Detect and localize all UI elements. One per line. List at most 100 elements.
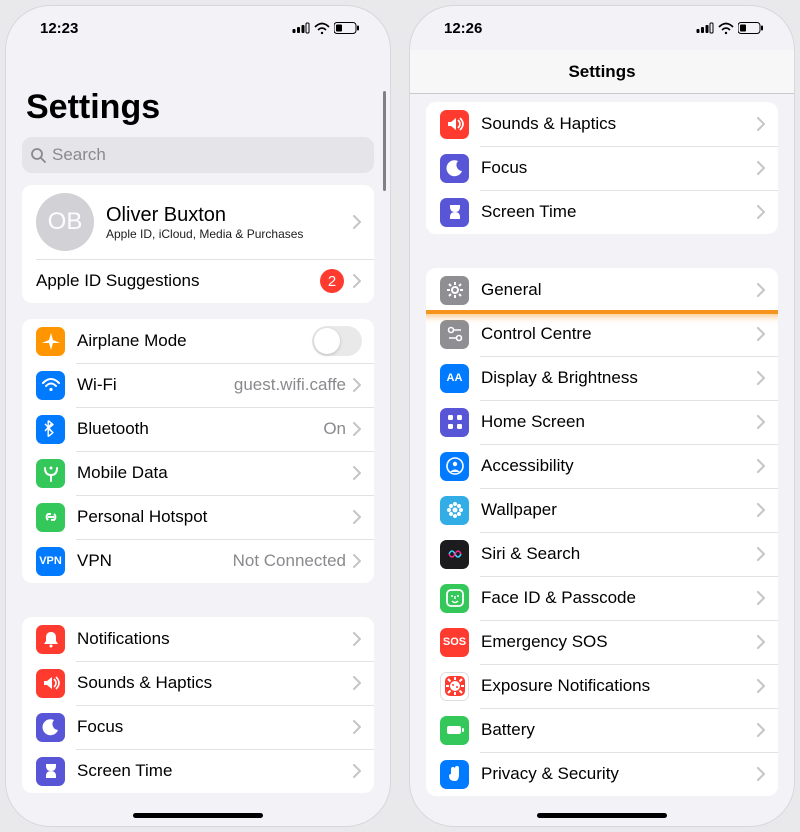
chevron-icon: [756, 161, 766, 175]
search-input[interactable]: Search: [22, 137, 374, 173]
row-label: Privacy & Security: [481, 764, 756, 784]
chevron-icon: [756, 459, 766, 473]
row-general[interactable]: General: [426, 268, 778, 312]
row-homescreen[interactable]: Home Screen: [426, 400, 778, 444]
row-wifi[interactable]: Wi-Figuest.wifi.caffe: [22, 363, 374, 407]
toggle[interactable]: [312, 326, 362, 356]
row-privacy[interactable]: Privacy & Security: [426, 752, 778, 796]
account-row[interactable]: OB Oliver Buxton Apple ID, iCloud, Media…: [22, 185, 374, 259]
row-label: Screen Time: [77, 761, 352, 781]
status-bar: 12:23: [6, 6, 390, 50]
row-label: Siri & Search: [481, 544, 756, 564]
row-label: VPN: [77, 551, 233, 571]
search-placeholder: Search: [52, 145, 106, 165]
row-label: Control Centre: [481, 324, 756, 344]
home-indicator[interactable]: [133, 813, 263, 818]
row-label: Wi-Fi: [77, 375, 234, 395]
account-subtitle: Apple ID, iCloud, Media & Purchases: [106, 227, 352, 241]
general-group: General Control Centre AADisplay & Brightn…: [426, 268, 778, 796]
airplane-icon: [36, 327, 65, 356]
row-vpn[interactable]: VPNVPNNot Connected: [22, 539, 374, 583]
chevron-icon: [756, 503, 766, 517]
chevron-icon: [756, 723, 766, 737]
homescreen-icon: [440, 408, 469, 437]
row-accessibility[interactable]: Accessibility: [426, 444, 778, 488]
row-controlcentre[interactable]: Control Centre: [426, 312, 778, 356]
page-title: Settings: [6, 50, 390, 131]
apple-id-suggestions-row[interactable]: Apple ID Suggestions 2: [22, 259, 374, 303]
badge: 2: [320, 269, 344, 293]
signal-icon: [696, 22, 714, 34]
privacy-icon: [440, 760, 469, 789]
row-label: Screen Time: [481, 202, 756, 222]
sos-icon: SOS: [440, 628, 469, 657]
avatar: OB: [36, 193, 94, 251]
focus-group: Sounds & Haptics Focus Screen Time: [426, 102, 778, 234]
row-label: Accessibility: [481, 456, 756, 476]
vpn-icon: VPN: [36, 547, 65, 576]
chevron-icon: [352, 378, 362, 392]
row-mobile-data[interactable]: Mobile Data: [22, 451, 374, 495]
settings-list[interactable]: Sounds & Haptics Focus Screen Time General…: [410, 94, 794, 826]
row-sounds[interactable]: Sounds & Haptics: [22, 661, 374, 705]
row-label: Personal Hotspot: [77, 507, 352, 527]
chevron-icon: [756, 283, 766, 297]
row-screentime[interactable]: Screen Time: [22, 749, 374, 793]
chevron-icon: [352, 510, 362, 524]
row-sos[interactable]: SOSEmergency SOS: [426, 620, 778, 664]
row-notifications[interactable]: Notifications: [22, 617, 374, 661]
mobile-data-icon: [36, 459, 65, 488]
row-airplane[interactable]: Airplane Mode: [22, 319, 374, 363]
hotspot-icon: [36, 503, 65, 532]
chevron-icon: [756, 767, 766, 781]
chevron-icon: [352, 215, 362, 229]
focus-icon: [440, 154, 469, 183]
row-sounds[interactable]: Sounds & Haptics: [426, 102, 778, 146]
row-label: Battery: [481, 720, 756, 740]
connectivity-group: Airplane Mode Wi-Figuest.wifi.caffeBlueto…: [22, 319, 374, 583]
chevron-icon: [352, 720, 362, 734]
row-bluetooth[interactable]: BluetoothOn: [22, 407, 374, 451]
row-label: Wallpaper: [481, 500, 756, 520]
row-hotspot[interactable]: Personal Hotspot: [22, 495, 374, 539]
row-label: Airplane Mode: [77, 331, 312, 351]
row-faceid[interactable]: Face ID & Passcode: [426, 576, 778, 620]
chevron-icon: [756, 547, 766, 561]
row-label: Mobile Data: [77, 463, 352, 483]
row-label: General: [481, 280, 756, 300]
wifi-icon: [36, 371, 65, 400]
row-exposure[interactable]: Exposure Notifications: [426, 664, 778, 708]
phone-left: 12:23 Settings Search OB Oliver Buxton A…: [6, 6, 390, 826]
chevron-icon: [756, 205, 766, 219]
chevron-icon: [352, 676, 362, 690]
sounds-icon: [36, 669, 65, 698]
row-siri[interactable]: Siri & Search: [426, 532, 778, 576]
chevron-icon: [352, 554, 362, 568]
status-time: 12:23: [40, 20, 78, 37]
wifi-status-icon: [314, 22, 330, 35]
row-focus[interactable]: Focus: [426, 146, 778, 190]
row-battery[interactable]: Battery: [426, 708, 778, 752]
row-label: Focus: [481, 158, 756, 178]
chevron-icon: [352, 274, 362, 288]
home-indicator[interactable]: [537, 813, 667, 818]
battery-icon: [440, 716, 469, 745]
wallpaper-icon: [440, 496, 469, 525]
row-label: Apple ID Suggestions: [36, 271, 320, 291]
row-wallpaper[interactable]: Wallpaper: [426, 488, 778, 532]
row-screentime[interactable]: Screen Time: [426, 190, 778, 234]
chevron-icon: [756, 327, 766, 341]
row-display[interactable]: AADisplay & Brightness: [426, 356, 778, 400]
row-focus[interactable]: Focus: [22, 705, 374, 749]
wifi-status-icon: [718, 22, 734, 35]
row-label: Home Screen: [481, 412, 756, 432]
chevron-icon: [352, 764, 362, 778]
display-icon: AA: [440, 364, 469, 393]
sounds-icon: [440, 110, 469, 139]
general-icon: [440, 276, 469, 305]
nav-title: Settings: [410, 50, 794, 94]
notifications-group: Notifications Sounds & HapticsFocus Screen…: [22, 617, 374, 793]
row-label: Notifications: [77, 629, 352, 649]
signal-icon: [292, 22, 310, 34]
chevron-icon: [756, 635, 766, 649]
